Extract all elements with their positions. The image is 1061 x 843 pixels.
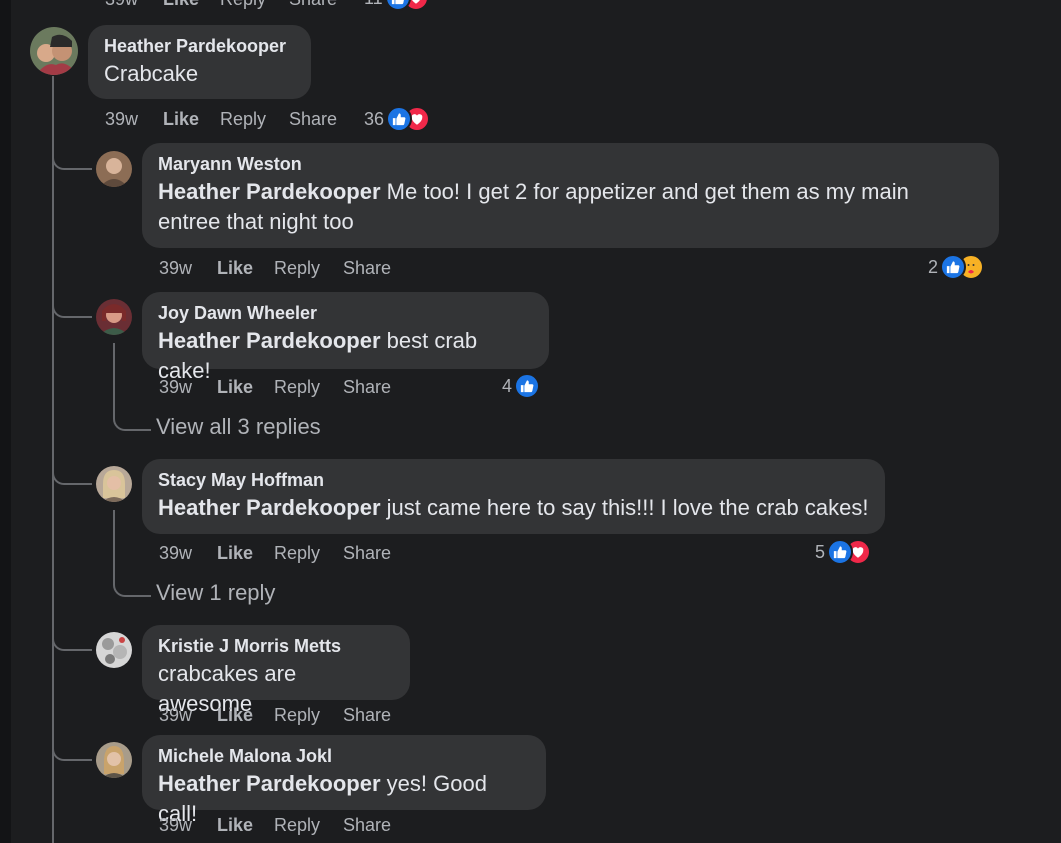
comment-bubble: Maryann Weston Heather Pardekooper Me to… <box>142 143 999 248</box>
mention-link[interactable]: Heather Pardekooper <box>158 328 381 353</box>
share-button[interactable]: Share <box>289 0 337 11</box>
reply-button[interactable]: Reply <box>274 703 320 727</box>
avatar[interactable] <box>96 632 132 668</box>
comment-text-line1: Me too! I get 2 for appetizer and get th… <box>386 179 909 204</box>
mention-link[interactable]: Heather Pardekooper <box>158 495 381 520</box>
comment-time[interactable]: 39w <box>159 813 192 837</box>
comment-reactions[interactable]: 4 <box>502 372 541 400</box>
comment-author[interactable]: Joy Dawn Wheeler <box>158 302 533 324</box>
comment-bubble: Heather Pardekooper Crabcake <box>88 25 311 99</box>
thread-connector <box>113 405 151 431</box>
like-icon <box>827 539 854 565</box>
like-button[interactable]: Like <box>163 0 199 11</box>
comment-reactions[interactable]: 2 <box>928 253 985 281</box>
comment-text: Heather Pardekooper Me too! I get 2 for … <box>158 177 983 237</box>
like-button[interactable]: Like <box>217 375 253 399</box>
comment-time[interactable]: 39w <box>159 703 192 727</box>
comment-actions: 39w Like Reply Share <box>159 256 499 280</box>
comment-author[interactable]: Michele Malona Jokl <box>158 745 530 767</box>
mention-link[interactable]: Heather Pardekooper <box>158 179 381 204</box>
comment-bubble: Joy Dawn Wheeler Heather Pardekooper bes… <box>142 292 549 383</box>
comment-actions: 39w Like Reply Share <box>159 541 499 565</box>
comment-bubble: Michele Malona Jokl Heather Pardekooper … <box>142 735 546 826</box>
reply-button[interactable]: Reply <box>274 375 320 399</box>
avatar[interactable] <box>96 299 132 335</box>
view-replies-link[interactable]: View all 3 replies <box>156 414 321 440</box>
comment-text: Heather Pardekooper just came here to sa… <box>158 493 869 523</box>
thread-connector <box>52 150 92 170</box>
share-button[interactable]: Share <box>343 256 391 280</box>
share-button[interactable]: Share <box>343 541 391 565</box>
comment-author[interactable]: Heather Pardekooper <box>104 35 295 57</box>
comment-time[interactable]: 39w <box>159 256 192 280</box>
share-button[interactable]: Share <box>343 375 391 399</box>
comment-author[interactable]: Stacy May Hoffman <box>158 469 869 491</box>
like-button[interactable]: Like <box>217 541 253 565</box>
like-button[interactable]: Like <box>163 107 199 131</box>
thread-connector <box>52 298 92 318</box>
comment-bubble: Kristie J Morris Metts crabcakes are awe… <box>142 625 410 716</box>
comment-time[interactable]: 39w <box>105 107 138 131</box>
like-button[interactable]: Like <box>217 703 253 727</box>
comment-time[interactable]: 39w <box>159 375 192 399</box>
like-button[interactable]: Like <box>217 256 253 280</box>
comment-author[interactable]: Maryann Weston <box>158 153 983 175</box>
thread-line-main <box>52 76 54 843</box>
comment-text: Crabcake <box>104 61 199 86</box>
comment-actions: 39w Like Reply Share <box>159 703 499 727</box>
comment-reactions[interactable]: 5 <box>815 538 872 566</box>
reaction-count: 2 <box>928 256 939 277</box>
mention-link[interactable]: Heather Pardekooper <box>158 771 381 796</box>
comment-bubble: Stacy May Hoffman Heather Pardekooper ju… <box>142 459 885 534</box>
comment-actions: 39w Like Reply Share <box>159 375 499 399</box>
comment-time[interactable]: 39w <box>105 0 138 11</box>
comment-time[interactable]: 39w <box>159 541 192 565</box>
comment-actions: 39w Like Reply Share <box>159 813 499 837</box>
reaction-count: 36 <box>364 108 385 129</box>
reaction-count: 11 <box>364 0 383 9</box>
like-icon <box>940 254 967 280</box>
like-icon <box>384 0 411 11</box>
reply-button[interactable]: Reply <box>274 541 320 565</box>
share-button[interactable]: Share <box>289 107 337 131</box>
comment-text-body: just came here to say this!!! I love the… <box>386 495 869 520</box>
reply-button[interactable]: Reply <box>274 256 320 280</box>
reply-button[interactable]: Reply <box>274 813 320 837</box>
avatar[interactable] <box>96 151 132 187</box>
avatar[interactable] <box>96 466 132 502</box>
like-button[interactable]: Like <box>217 813 253 837</box>
avatar[interactable] <box>96 742 132 778</box>
comment-author[interactable]: Kristie J Morris Metts <box>158 635 394 657</box>
reaction-count: 5 <box>815 541 826 562</box>
comment-text-line2: entree that night too <box>158 209 354 234</box>
reply-button[interactable]: Reply <box>220 107 266 131</box>
left-panel-edge <box>0 0 11 843</box>
reaction-count: 4 <box>502 375 513 396</box>
thread-connector <box>52 465 92 485</box>
comment-reactions[interactable]: 36 <box>364 105 431 133</box>
view-replies-link[interactable]: View 1 reply <box>156 580 275 606</box>
share-button[interactable]: Share <box>343 813 391 837</box>
thread-connector <box>52 741 92 761</box>
reply-button[interactable]: Reply <box>220 0 266 11</box>
like-icon <box>386 106 413 132</box>
thread-connector <box>113 571 151 597</box>
avatar[interactable] <box>30 27 78 75</box>
thread-connector <box>52 631 92 651</box>
share-button[interactable]: Share <box>343 703 391 727</box>
like-icon <box>514 373 541 399</box>
previous-comment-reactions[interactable]: 11 <box>364 0 429 12</box>
